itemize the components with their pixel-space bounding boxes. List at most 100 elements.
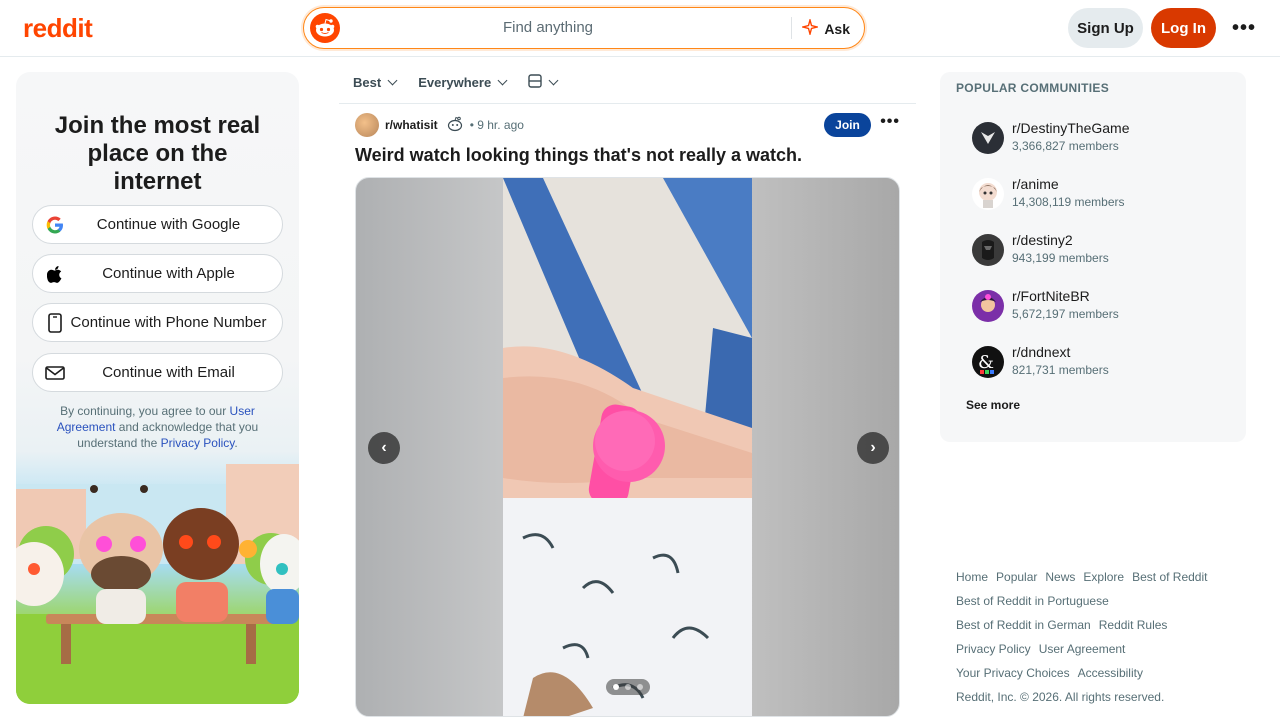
- privacy-policy-link[interactable]: Privacy Policy: [161, 436, 235, 450]
- terms-suffix: .: [234, 436, 238, 450]
- footer-link-rules[interactable]: Reddit Rules: [1099, 618, 1168, 632]
- community-members: 943,199 members: [1012, 251, 1109, 265]
- gallery-next-button[interactable]: ›: [857, 432, 889, 464]
- post-time: • 9 hr. ago: [469, 118, 524, 132]
- continue-with-phone-button[interactable]: Continue with Phone Number: [32, 303, 283, 342]
- search-input[interactable]: Find anything: [304, 19, 792, 36]
- footer-copyright: Reddit, Inc. © 2026. All rights reserved…: [956, 690, 1165, 704]
- community-item[interactable]: r/anime 14,308,119 members: [972, 176, 1232, 216]
- community-avatar: [972, 122, 1004, 154]
- sign-up-button[interactable]: Sign Up: [1068, 8, 1143, 48]
- gallery-dots: [606, 679, 650, 695]
- community-members: 14,308,119 members: [1012, 195, 1125, 209]
- post-title[interactable]: Weird watch looking things that's not re…: [355, 145, 900, 166]
- card-view-icon: [528, 74, 542, 91]
- post-more-icon[interactable]: •••: [880, 113, 900, 131]
- chevron-down-icon: [497, 75, 508, 86]
- community-item[interactable]: r/FortNiteBR 5,672,197 members: [972, 288, 1232, 328]
- community-members: 821,731 members: [1012, 363, 1109, 377]
- google-label: Continue with Google: [96, 216, 241, 233]
- email-label: Continue with Email: [102, 364, 235, 381]
- sort-location-label: Everywhere: [418, 75, 492, 90]
- footer-link-best-german[interactable]: Best of Reddit in German: [956, 618, 1091, 632]
- join-title: Join the most real place on the internet: [54, 112, 261, 195]
- footer-link-home[interactable]: Home: [956, 570, 988, 584]
- community-name: r/dndnext: [1012, 344, 1071, 360]
- snoo-characters-illustration: [16, 464, 299, 704]
- footer-row: Best of Reddit in Portuguese: [956, 589, 1256, 613]
- sort-bar: Best Everywhere: [339, 62, 916, 104]
- gallery-dot[interactable]: [613, 684, 619, 690]
- community-avatar: [972, 178, 1004, 210]
- popular-communities-title: POPULAR COMMUNITIES: [956, 81, 1110, 95]
- see-more-button[interactable]: See more: [966, 398, 1020, 412]
- snoo-flair-icon: [446, 115, 464, 136]
- community-item[interactable]: & r/dndnext 821,731 members: [972, 344, 1232, 384]
- continue-with-google-button[interactable]: Continue with Google: [32, 205, 283, 244]
- subreddit-name[interactable]: r/whatisit: [385, 118, 438, 132]
- footer-link-explore[interactable]: Explore: [1083, 570, 1124, 584]
- community-members: 5,672,197 members: [1012, 307, 1119, 321]
- terms-text: By continuing, you agree to our User Agr…: [44, 403, 271, 451]
- gallery-dot[interactable]: [637, 684, 643, 690]
- footer-row: Your Privacy Choices Accessibility: [956, 661, 1256, 685]
- search-bar[interactable]: Find anything Ask: [303, 7, 865, 49]
- sort-best-label: Best: [353, 75, 382, 90]
- svg-text:&: &: [978, 352, 994, 373]
- footer-links: Home Popular News Explore Best of Reddit Bes…: [956, 565, 1256, 709]
- sparkle-icon: [800, 17, 820, 38]
- community-avatar: [972, 290, 1004, 322]
- sort-location-dropdown[interactable]: Everywhere: [418, 75, 508, 90]
- community-name: r/FortNiteBR: [1012, 288, 1090, 304]
- gallery-prev-button[interactable]: ‹: [368, 432, 400, 464]
- chevron-right-icon: ›: [870, 439, 876, 456]
- terms-prefix: By continuing, you agree to our: [60, 404, 230, 418]
- view-mode-dropdown[interactable]: [528, 74, 559, 91]
- footer-row: Privacy Policy User Agreement: [956, 637, 1256, 661]
- ask-button[interactable]: Ask: [800, 17, 850, 38]
- chevron-down-icon: [548, 75, 559, 86]
- footer-link-popular[interactable]: Popular: [996, 570, 1037, 584]
- community-name: r/DestinyTheGame: [1012, 120, 1130, 136]
- footer-link-privacy-policy[interactable]: Privacy Policy: [956, 642, 1031, 656]
- chevron-left-icon: ‹: [381, 439, 387, 456]
- community-members: 3,366,827 members: [1012, 139, 1119, 153]
- post-meta: r/whatisit • 9 hr. ago Join •••: [355, 113, 900, 137]
- mail-icon: [45, 363, 65, 383]
- phone-icon: [45, 313, 65, 333]
- apple-label: Continue with Apple: [102, 265, 235, 282]
- ask-label: Ask: [824, 20, 850, 37]
- footer-link-accessibility[interactable]: Accessibility: [1078, 666, 1143, 680]
- google-icon: [45, 215, 65, 235]
- top-header: reddit Find anything Ask Sign Up Log In …: [0, 0, 1280, 57]
- community-name: r/destiny2: [1012, 232, 1073, 248]
- gallery-dot[interactable]: [625, 684, 631, 690]
- search-divider: [791, 17, 792, 39]
- community-avatar: [972, 234, 1004, 266]
- post-image[interactable]: [503, 178, 752, 716]
- join-subreddit-button[interactable]: Join: [824, 113, 871, 137]
- footer-link-user-agreement[interactable]: User Agreement: [1039, 642, 1126, 656]
- community-avatar: &: [972, 346, 1004, 378]
- community-item[interactable]: r/DestinyTheGame 3,366,827 members: [972, 120, 1232, 160]
- footer-row: Best of Reddit in German Reddit Rules: [956, 613, 1256, 637]
- continue-with-apple-button[interactable]: Continue with Apple: [32, 254, 283, 293]
- more-options-icon[interactable]: •••: [1228, 14, 1260, 42]
- sort-best-dropdown[interactable]: Best: [353, 75, 398, 90]
- log-in-button[interactable]: Log In: [1151, 8, 1216, 48]
- footer-link-news[interactable]: News: [1045, 570, 1075, 584]
- community-item[interactable]: r/destiny2 943,199 members: [972, 232, 1232, 272]
- popular-communities: POPULAR COMMUNITIES r/DestinyTheGame 3,3…: [940, 72, 1246, 442]
- continue-with-email-button[interactable]: Continue with Email: [32, 353, 283, 392]
- reddit-logo[interactable]: reddit: [23, 13, 93, 44]
- footer-link-privacy-choices[interactable]: Your Privacy Choices: [956, 666, 1070, 680]
- chevron-down-icon: [387, 75, 398, 86]
- subreddit-avatar[interactable]: [355, 113, 379, 137]
- phone-label: Continue with Phone Number: [70, 314, 267, 331]
- footer-row: Home Popular News Explore Best of Reddit: [956, 565, 1256, 589]
- join-card: Join the most real place on the internet…: [16, 72, 299, 704]
- footer-link-best-of-reddit[interactable]: Best of Reddit: [1132, 570, 1207, 584]
- footer-link-best-portuguese[interactable]: Best of Reddit in Portuguese: [956, 594, 1109, 608]
- community-name: r/anime: [1012, 176, 1059, 192]
- post-gallery[interactable]: ‹ ›: [355, 177, 900, 717]
